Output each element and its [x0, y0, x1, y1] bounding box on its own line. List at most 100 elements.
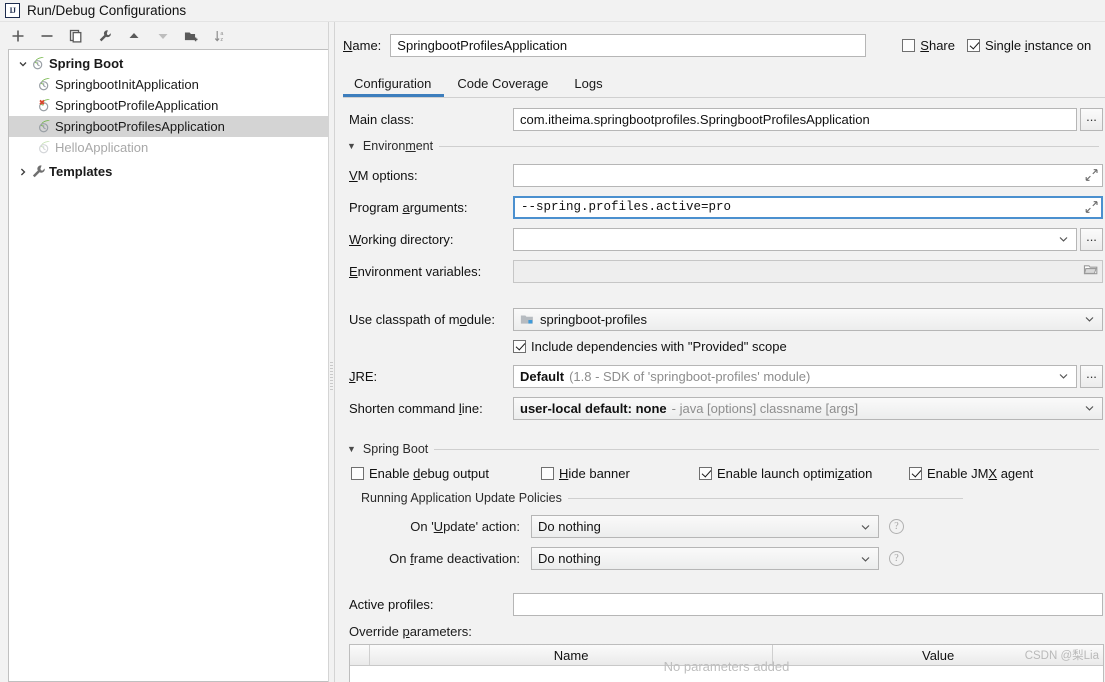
shorten-command-line-label: Shorten command line:	[349, 400, 483, 416]
main-class-browse-button[interactable]: ...	[1080, 107, 1103, 131]
chevron-down-icon[interactable]	[860, 521, 871, 532]
environment-group-header[interactable]: ▼ Environment	[347, 139, 1103, 153]
active-profiles-input[interactable]	[513, 592, 1103, 616]
expand-icon[interactable]	[1085, 169, 1098, 182]
checkbox-box	[351, 467, 364, 480]
main-class-control: ...	[513, 107, 1103, 131]
enable-jmx-agent-checkbox[interactable]: Enable JMX agent	[909, 466, 1033, 481]
tree-node-spring-boot[interactable]: Spring Boot	[9, 53, 328, 74]
on-update-action-value: Do nothing	[538, 519, 601, 534]
edit-templates-button[interactable]	[95, 26, 114, 45]
jre-combo[interactable]: Default (1.8 - SDK of 'springboot-profil…	[513, 364, 1077, 388]
create-folder-button[interactable]	[182, 26, 201, 45]
environment-variables-input[interactable]	[513, 259, 1103, 283]
group-divider	[567, 497, 963, 499]
chevron-down-icon[interactable]	[1084, 314, 1095, 325]
environment-variables-row: Environment variables:	[349, 259, 1103, 283]
checkbox-box	[699, 467, 712, 480]
jre-control: Default (1.8 - SDK of 'springboot-profil…	[513, 364, 1103, 388]
jre-value: Default	[520, 368, 565, 384]
remove-configuration-button[interactable]	[37, 26, 56, 45]
dialog-body: a z Spring Boot SpringbootInitApplicatio…	[0, 22, 1105, 682]
chevron-right-icon[interactable]	[15, 167, 31, 177]
chevron-down-icon[interactable]	[860, 553, 871, 564]
tab-configuration[interactable]: Configuration	[343, 76, 446, 97]
copy-configuration-button[interactable]	[66, 26, 85, 45]
use-classpath-value: springboot-profiles	[540, 311, 647, 327]
chevron-down-icon[interactable]	[1058, 371, 1069, 382]
tab-logs[interactable]: Logs	[563, 76, 617, 97]
tab-code-coverage[interactable]: Code Coverage	[446, 76, 563, 97]
share-checkbox[interactable]: Share	[902, 38, 955, 53]
on-update-action-label: On 'Update' action:	[410, 519, 520, 534]
spring-boot-icon	[31, 56, 49, 71]
vm-options-row: VM options:	[349, 163, 1103, 187]
use-classpath-control: springboot-profiles	[513, 307, 1103, 331]
wrench-icon	[31, 164, 49, 179]
working-directory-combo[interactable]	[513, 227, 1077, 251]
chevron-down-icon[interactable]	[15, 59, 31, 69]
include-provided-checkbox[interactable]: Include dependencies with "Provided" sco…	[513, 339, 787, 354]
group-divider	[434, 448, 1099, 450]
enable-launch-optimization-checkbox[interactable]: Enable launch optimization	[699, 466, 909, 481]
override-parameters-label: Override parameters:	[349, 624, 472, 639]
jre-row: JRE: Default (1.8 - SDK of 'springboot-p…	[349, 364, 1103, 388]
working-directory-browse-button[interactable]: ...	[1080, 227, 1103, 251]
include-provided-row: Include dependencies with "Provided" sco…	[349, 339, 1103, 356]
program-arguments-row: Program arguments:	[349, 195, 1103, 219]
program-arguments-label: Program arguments:	[349, 199, 468, 215]
main-class-label: Main class:	[349, 111, 415, 127]
hide-banner-label: Hide banner	[559, 466, 630, 481]
configurations-tree[interactable]: Spring Boot SpringbootInitApplication Sp…	[8, 49, 328, 682]
help-icon[interactable]: ?	[889, 519, 904, 534]
chevron-down-icon[interactable]	[1058, 234, 1069, 245]
triangle-down-icon[interactable]: ▼	[347, 141, 356, 151]
main-class-input[interactable]	[513, 107, 1077, 131]
enable-launch-optimization-label: Enable launch optimization	[717, 466, 873, 481]
use-classpath-combo[interactable]: springboot-profiles	[513, 307, 1103, 331]
hide-banner-checkbox[interactable]: Hide banner	[541, 466, 699, 481]
configurations-panel: a z Spring Boot SpringbootInitApplicatio…	[0, 22, 328, 682]
environment-variables-control	[513, 259, 1103, 283]
triangle-down-icon[interactable]: ▼	[347, 444, 356, 454]
shorten-command-line-combo[interactable]: user-local default: none - java [options…	[513, 396, 1103, 420]
move-up-button[interactable]	[124, 26, 143, 45]
add-configuration-button[interactable]	[8, 26, 27, 45]
jre-hint: (1.8 - SDK of 'springboot-profiles' modu…	[569, 368, 811, 384]
sort-alphabetical-button[interactable]: a z	[211, 26, 230, 45]
chevron-down-icon[interactable]	[1084, 403, 1095, 414]
tree-item-springboot-profiles-application[interactable]: SpringbootProfilesApplication	[9, 116, 328, 137]
spring-boot-icon	[37, 140, 55, 155]
program-arguments-input[interactable]	[513, 195, 1103, 219]
move-down-button[interactable]	[153, 26, 172, 45]
tree-item-springboot-init-application[interactable]: SpringbootInitApplication	[9, 74, 328, 95]
tree-item-springboot-profile-application[interactable]: SpringbootProfileApplication	[9, 95, 328, 116]
tree-item-label: HelloApplication	[55, 140, 149, 155]
spring-boot-group-label: Spring Boot	[362, 442, 429, 456]
override-parameters-table[interactable]: Name Value No parameters added	[349, 644, 1104, 682]
checkbox-box	[541, 467, 554, 480]
on-frame-deactivation-row: On frame deactivation: Do nothing ?	[349, 547, 1103, 570]
spring-boot-group-header[interactable]: ▼ Spring Boot	[347, 442, 1103, 456]
tree-node-label: Spring Boot	[49, 56, 124, 71]
tree-item-hello-application[interactable]: HelloApplication	[9, 137, 328, 158]
enable-debug-output-checkbox[interactable]: Enable debug output	[351, 466, 541, 481]
group-divider	[439, 145, 1099, 147]
panel-splitter[interactable]	[328, 22, 335, 682]
tree-node-templates[interactable]: Templates	[9, 161, 328, 182]
splitter-grip[interactable]	[330, 362, 333, 390]
main-class-row: Main class: ...	[349, 107, 1103, 131]
folder-icon[interactable]	[1083, 263, 1098, 279]
single-instance-checkbox[interactable]: Single instance on	[967, 38, 1091, 53]
on-update-action-combo[interactable]: Do nothing	[531, 515, 879, 538]
working-directory-row: Working directory: ...	[349, 227, 1103, 251]
jre-browse-button[interactable]: ...	[1080, 364, 1103, 388]
help-icon[interactable]: ?	[889, 551, 904, 566]
name-row: Name: Share Single instance on	[343, 33, 1105, 57]
on-frame-deactivation-combo[interactable]: Do nothing	[531, 547, 879, 570]
vm-options-input[interactable]	[513, 163, 1103, 187]
name-label: Name:	[343, 37, 382, 53]
checkbox-box	[513, 340, 526, 353]
expand-icon[interactable]	[1085, 201, 1098, 214]
name-input[interactable]	[390, 33, 867, 57]
